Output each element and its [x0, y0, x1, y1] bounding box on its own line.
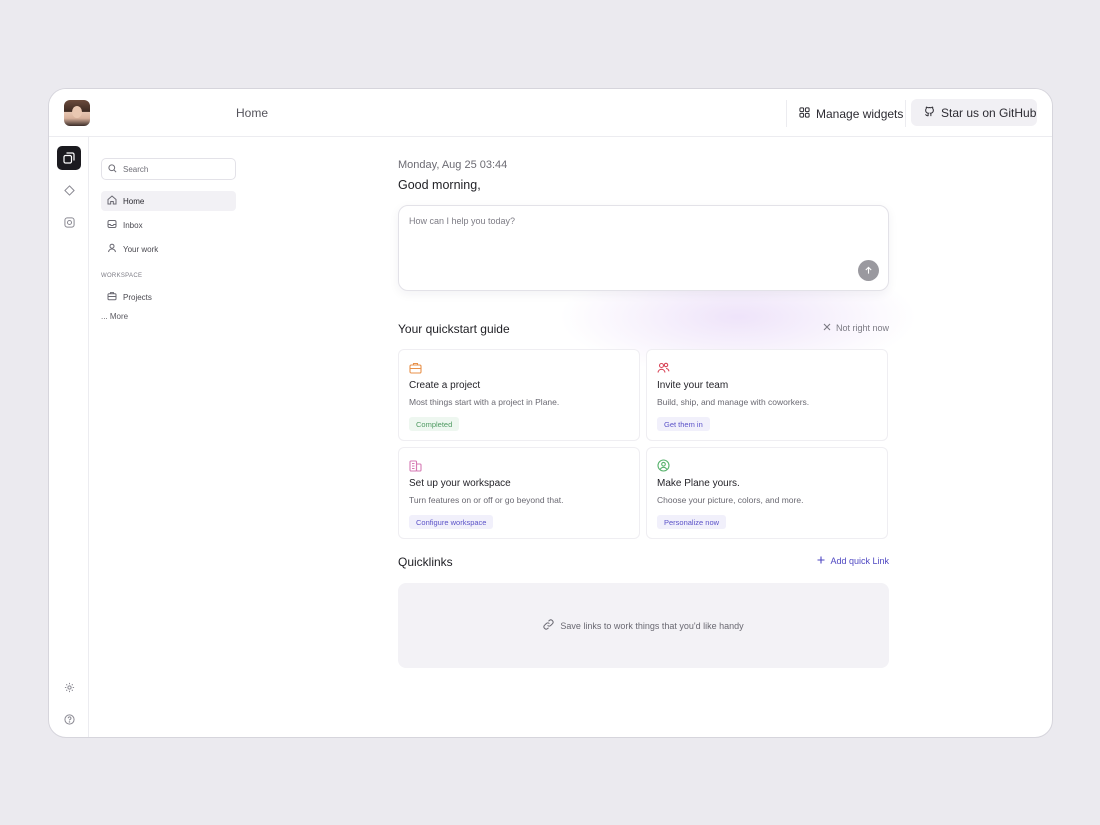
quicklinks-empty-state: Save links to work things that you'd lik…	[398, 583, 889, 668]
ask-input[interactable]: How can I help you today?	[398, 205, 889, 291]
search-icon	[108, 163, 117, 175]
sidebar: Search Home Inbox Your work WORKSPACE Pr…	[89, 137, 249, 737]
more-link[interactable]: ... More	[101, 312, 128, 321]
manage-widgets-button[interactable]: Manage widgets	[786, 100, 906, 127]
card-description: Turn features on or off or go beyond tha…	[409, 495, 564, 505]
github-icon	[924, 106, 935, 120]
workspace-switcher-icon[interactable]	[57, 146, 81, 170]
widgets-icon	[799, 106, 810, 121]
sidebar-item-label: Inbox	[123, 220, 143, 230]
quicklinks-title: Quicklinks	[398, 555, 453, 569]
search-placeholder: Search	[123, 164, 149, 174]
building-icon	[409, 459, 422, 477]
sidebar-item-home[interactable]: Home	[101, 191, 236, 211]
card-description: Choose your picture, colors, and more.	[657, 495, 804, 505]
arrow-up-icon	[864, 262, 873, 280]
quickstart-card-make-plane-yours: Make Plane yours. Choose your picture, c…	[646, 447, 888, 539]
card-description: Build, ship, and manage with coworkers.	[657, 397, 810, 407]
pi-chat-icon[interactable]	[57, 178, 81, 202]
app-rail	[49, 137, 89, 737]
sidebar-item-projects[interactable]: Projects	[101, 287, 236, 307]
search-input[interactable]: Search	[101, 158, 236, 180]
app-window: Home Manage widgets Star us on GitHub Se…	[48, 88, 1053, 738]
card-title: Create a project	[409, 380, 481, 391]
completed-badge: Completed	[409, 417, 460, 431]
quickstart-title: Your quickstart guide	[398, 322, 510, 336]
avatar[interactable]	[64, 100, 90, 126]
greeting: Good morning,	[398, 178, 481, 192]
card-title: Set up your workspace	[409, 478, 511, 489]
link-icon	[543, 619, 554, 632]
get-them-in-button[interactable]: Get them in	[657, 417, 710, 431]
apps-icon[interactable]	[57, 210, 81, 234]
close-icon	[823, 323, 831, 333]
help-icon[interactable]	[57, 707, 81, 731]
sidebar-item-your-work[interactable]: Your work	[101, 239, 236, 259]
not-right-now-button[interactable]: Not right now	[823, 323, 889, 333]
user-icon	[107, 243, 117, 255]
workspace-section-label: WORKSPACE	[101, 273, 143, 279]
send-button[interactable]	[858, 260, 879, 281]
sidebar-item-inbox[interactable]: Inbox	[101, 215, 236, 235]
github-label: Star us on GitHub	[941, 105, 1037, 120]
personalize-now-button[interactable]: Personalize now	[657, 515, 727, 529]
home-icon	[107, 195, 117, 207]
briefcase-icon	[409, 361, 422, 379]
users-icon	[657, 361, 670, 379]
plus-icon	[817, 556, 825, 566]
settings-gear-icon[interactable]	[57, 675, 81, 699]
top-bar: Home Manage widgets Star us on GitHub	[49, 89, 1052, 137]
github-star-button[interactable]: Star us on GitHub	[911, 99, 1037, 126]
card-description: Most things start with a project in Plan…	[409, 397, 560, 407]
breadcrumb: Home	[236, 106, 269, 120]
add-quick-link-button[interactable]: Add quick Link	[817, 556, 889, 566]
ask-placeholder: How can I help you today?	[409, 216, 516, 226]
user-circle-icon	[657, 459, 670, 477]
add-quick-link-label: Add quick Link	[830, 556, 889, 566]
card-title: Make Plane yours.	[657, 478, 740, 489]
current-date: Monday, Aug 25 03:44	[398, 159, 508, 171]
sidebar-item-label: Your work	[123, 244, 159, 254]
sidebar-item-label: Home	[123, 196, 145, 206]
quickstart-card-create-project: Create a project Most things start with …	[398, 349, 640, 441]
configure-workspace-button[interactable]: Configure workspace	[409, 515, 494, 529]
dismiss-label: Not right now	[835, 323, 889, 333]
sidebar-item-label: Projects	[123, 292, 152, 302]
manage-widgets-label: Manage widgets	[816, 106, 904, 121]
briefcase-icon	[107, 291, 117, 303]
quicklinks-empty-text: Save links to work things that you'd lik…	[560, 620, 744, 631]
quickstart-card-invite-team: Invite your team Build, ship, and manage…	[646, 349, 888, 441]
card-title: Invite your team	[657, 380, 729, 391]
main-content: Monday, Aug 25 03:44 Good morning, How c…	[398, 137, 918, 737]
inbox-icon	[107, 219, 117, 231]
quickstart-card-setup-workspace: Set up your workspace Turn features on o…	[398, 447, 640, 539]
